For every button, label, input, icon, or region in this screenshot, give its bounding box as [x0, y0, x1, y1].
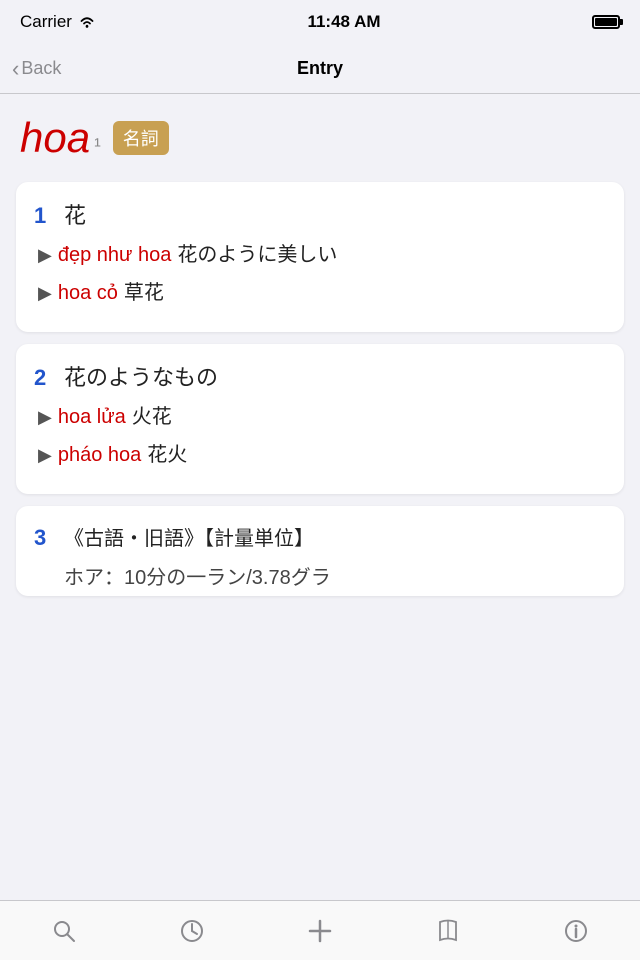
battery-indicator — [592, 15, 620, 29]
def-text-3: 《古語・旧語》【計量単位】 — [64, 522, 314, 551]
nav-bar: ‹ Back Entry — [0, 44, 640, 94]
def-number-2: 2 — [34, 365, 54, 391]
example-row-1-2: ▶ hoa cỏ 草花 — [38, 278, 606, 308]
status-time: 11:48 AM — [307, 12, 380, 32]
bullet-icon-2-1: ▶ — [38, 404, 52, 431]
def-text-1: 花 — [64, 198, 86, 230]
example-jp-1-1: 花のように美しい — [177, 240, 337, 270]
tab-history[interactable] — [167, 906, 217, 956]
tab-search[interactable] — [39, 906, 89, 956]
carrier-label: Carrier — [20, 12, 72, 32]
info-icon — [562, 917, 590, 945]
headword: hoa¹ — [20, 114, 101, 162]
bullet-icon-2-2: ▶ — [38, 442, 52, 469]
page-title: Entry — [297, 58, 343, 79]
example-viet-2-1: hoa lửa — [58, 402, 126, 432]
tab-add[interactable] — [295, 906, 345, 956]
battery-icon — [592, 15, 620, 29]
tab-info[interactable] — [551, 906, 601, 956]
back-label: Back — [21, 58, 61, 79]
word-header: hoa¹ 名詞 — [16, 114, 624, 162]
definition-card-2: 2 花のようなもの ▶ hoa lửa 火花 ▶ pháo hoa 花火 — [16, 344, 624, 494]
definition-card-1: 1 花 ▶ đẹp như hoa 花のように美しい ▶ hoa cỏ 草花 — [16, 182, 624, 332]
tab-bar — [0, 900, 640, 960]
wifi-icon — [78, 15, 96, 29]
definition-row-3: 3 《古語・旧語》【計量単位】 — [34, 522, 606, 551]
search-icon — [50, 917, 78, 945]
example-viet-1-2: hoa cỏ — [58, 278, 118, 308]
carrier-info: Carrier — [20, 12, 96, 32]
word-main: hoa — [20, 114, 90, 162]
example-jp-1-2: 草花 — [124, 278, 164, 308]
example-row-1-1: ▶ đẹp như hoa 花のように美しい — [38, 240, 606, 270]
def-number-1: 1 — [34, 203, 54, 229]
def-partial-text-3: ホア：10分の一ラン/3.78グラ — [64, 561, 606, 590]
bullet-icon-1-1: ▶ — [38, 242, 52, 269]
part-of-speech-badge: 名詞 — [113, 121, 169, 155]
bullet-icon-1-2: ▶ — [38, 280, 52, 307]
status-bar: Carrier 11:48 AM — [0, 0, 640, 44]
def-number-3: 3 — [34, 525, 54, 551]
def-text-2: 花のようなもの — [64, 360, 218, 392]
example-viet-2-2: pháo hoa — [58, 440, 141, 470]
example-viet-1-1: đẹp như hoa — [58, 240, 172, 270]
clock-icon — [178, 917, 206, 945]
definition-row-1: 1 花 — [34, 198, 606, 230]
example-jp-2-1: 火花 — [132, 402, 172, 432]
back-button[interactable]: ‹ Back — [12, 58, 61, 80]
definition-row-2: 2 花のようなもの — [34, 360, 606, 392]
definition-card-3: 3 《古語・旧語》【計量単位】 ホア：10分の一ラン/3.78グラ — [16, 506, 624, 596]
example-row-2-2: ▶ pháo hoa 花火 — [38, 440, 606, 470]
book-icon — [434, 917, 462, 945]
word-tone: ¹ — [94, 135, 101, 158]
chevron-left-icon: ‹ — [12, 58, 19, 80]
plus-icon — [306, 917, 334, 945]
tab-book[interactable] — [423, 906, 473, 956]
main-content: hoa¹ 名詞 1 花 ▶ đẹp như hoa 花のように美しい ▶ hoa… — [0, 94, 640, 596]
example-row-2-1: ▶ hoa lửa 火花 — [38, 402, 606, 432]
example-jp-2-2: 花火 — [147, 440, 187, 470]
